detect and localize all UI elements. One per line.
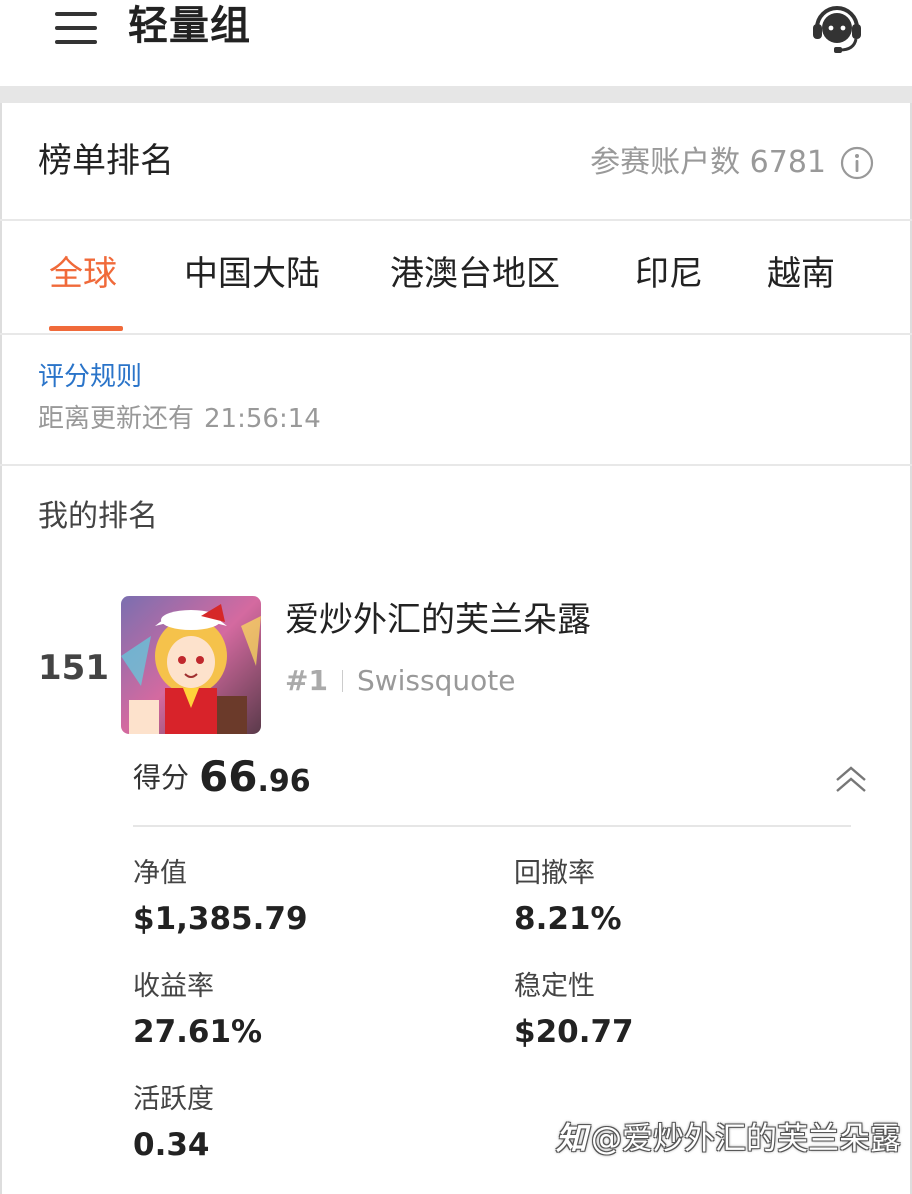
- update-countdown: 距离更新还有 21:56:14: [38, 401, 321, 437]
- stat-value: $1,385.79: [133, 901, 308, 937]
- watermark: 知 @爱炒外汇的芙兰朵露: [556, 1118, 901, 1160]
- active-tab-indicator: [49, 326, 123, 331]
- chevron-up-icon[interactable]: [834, 764, 868, 796]
- divider: [341, 670, 343, 692]
- page-title: 轻量组: [128, 3, 251, 49]
- stat-value: $20.77: [514, 1014, 634, 1050]
- stat-label: 回撤率: [514, 858, 595, 889]
- participant-label: 参赛账户数: [590, 145, 741, 180]
- stat-value: 0.34: [133, 1127, 210, 1163]
- nickname: 爱炒外汇的芙兰朵露: [285, 600, 591, 640]
- tab-mainland-china[interactable]: 中国大陆: [184, 251, 320, 297]
- stat-stability: 稳定性 $20.77: [514, 969, 634, 1053]
- score-row: 得分 66.96: [133, 752, 311, 808]
- avatar[interactable]: [121, 596, 261, 734]
- stat-net-value: 净值 $1,385.79: [133, 856, 308, 940]
- tab-hk-macau-taiwan[interactable]: 港澳台地区: [390, 251, 560, 297]
- headset-support-icon[interactable]: [810, 4, 864, 54]
- stat-label: 收益率: [133, 971, 214, 1002]
- score-label: 得分: [133, 761, 190, 794]
- score-decimal: .96: [257, 764, 311, 799]
- tab-global[interactable]: 全球: [49, 251, 117, 297]
- score-divider: [133, 825, 851, 827]
- hamburger-menu-icon[interactable]: [55, 10, 99, 46]
- stat-label: 活跃度: [133, 1084, 214, 1115]
- info-icon[interactable]: [840, 146, 874, 180]
- top-bar: 轻量组: [0, 0, 912, 86]
- stat-label: 净值: [133, 858, 187, 889]
- stat-return-rate: 收益率 27.61%: [133, 969, 262, 1053]
- section-separator: [0, 86, 912, 103]
- rank-number: 151: [38, 648, 109, 688]
- participant-number: 6781: [749, 145, 826, 180]
- participant-count: 参赛账户数 6781: [590, 143, 826, 183]
- stat-value: 27.61%: [133, 1014, 263, 1050]
- zhihu-logo-icon: 知: [556, 1121, 587, 1157]
- ranking-title: 榜单排名: [38, 141, 174, 181]
- stat-drawdown: 回撤率 8.21%: [514, 856, 622, 940]
- ranking-header: 榜单排名 参赛账户数 6781: [0, 103, 912, 221]
- stat-label: 稳定性: [514, 971, 595, 1002]
- region-tabs: 全球 中国大陆 港澳台地区 印尼 越南: [0, 221, 912, 335]
- my-ranking-title: 我的排名: [38, 499, 158, 534]
- page: 轻量组 榜单排名 参赛账户数 6781 全球 中国大陆 港澳台地区 印尼 越南 …: [0, 0, 912, 1194]
- tab-indonesia[interactable]: 印尼: [635, 251, 703, 297]
- tab-vietnam[interactable]: 越南: [767, 251, 835, 297]
- broker-rank: #1: [285, 664, 328, 697]
- broker-info: #1 Swissquote: [285, 661, 515, 701]
- score-integer: 66: [199, 752, 258, 801]
- scoring-rules-link[interactable]: 评分规则: [38, 359, 142, 395]
- rules-section: 评分规则 距离更新还有 21:56:14: [0, 335, 912, 466]
- watermark-text: @爱炒外汇的芙兰朵露: [591, 1121, 901, 1157]
- stat-activity: 活跃度 0.34: [133, 1082, 214, 1166]
- broker-name: Swissquote: [356, 664, 516, 697]
- countdown-time: 21:56:14: [204, 404, 321, 434]
- countdown-label: 距离更新还有: [38, 404, 195, 434]
- stat-value: 8.21%: [514, 901, 622, 937]
